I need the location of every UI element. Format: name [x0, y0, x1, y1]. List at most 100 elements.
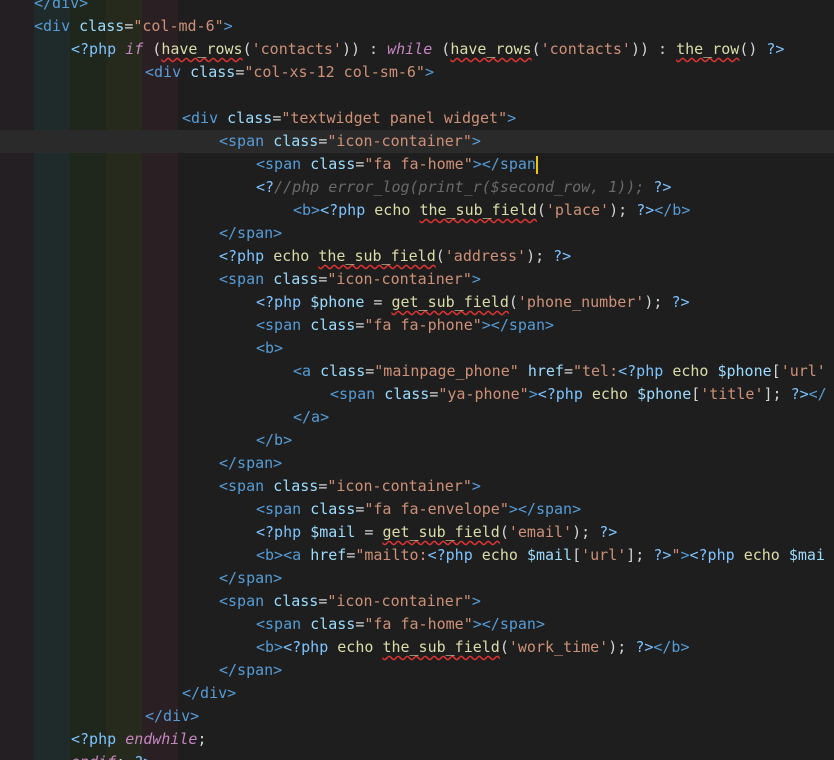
- code-token: class: [310, 155, 356, 173]
- code-line[interactable]: endif; ?>: [71, 751, 152, 760]
- code-line[interactable]: <span class="fa fa-phone"></span>: [256, 314, 554, 337]
- code-token: "mainpage_phone": [374, 362, 528, 380]
- code-token: [: [771, 362, 781, 380]
- code-token: </div>: [182, 684, 237, 702]
- code-token: echo: [273, 247, 319, 265]
- code-token: $phone: [310, 293, 365, 311]
- code-token: ?>: [636, 201, 655, 219]
- code-token: have_rows: [450, 40, 532, 58]
- code-line[interactable]: <span class="icon-container">: [219, 130, 481, 153]
- code-token: </: [808, 385, 827, 403]
- code-token: =: [272, 109, 282, 127]
- code-token: class: [273, 132, 319, 150]
- code-line[interactable]: <b><?php echo the_sub_field('place'); ?>…: [293, 199, 690, 222]
- code-token: echo: [591, 385, 638, 403]
- indent-guide-1: [34, 0, 70, 760]
- code-token: </span>: [219, 454, 283, 472]
- code-token: =: [355, 523, 383, 541]
- code-line[interactable]: <div class="col-md-6">: [34, 15, 233, 38]
- code-token: if: [125, 40, 153, 58]
- code-line[interactable]: <?//php error_log(print_r($second_row, 1…: [256, 176, 671, 199]
- code-token: (: [508, 293, 518, 311]
- code-token: </div>: [145, 707, 200, 725]
- code-line[interactable]: <b>: [256, 337, 283, 360]
- code-line[interactable]: </span>: [219, 452, 282, 475]
- code-line[interactable]: </span>: [219, 659, 282, 682]
- code-token: =: [365, 362, 375, 380]
- code-token: <span: [219, 132, 274, 150]
- code-token: ?>: [635, 638, 654, 656]
- code-token: echo: [374, 201, 420, 219]
- code-token: <?php: [219, 247, 274, 265]
- code-token: class: [384, 385, 430, 403]
- code-token: $mail: [526, 546, 573, 564]
- code-token: 'work_time': [508, 638, 609, 656]
- code-token: <?php: [71, 40, 126, 58]
- code-token: class: [273, 477, 319, 495]
- code-token: </b>: [654, 201, 691, 219]
- code-line[interactable]: <span class="icon-container">: [219, 475, 481, 498]
- code-line[interactable]: </div>: [34, 0, 88, 15]
- code-token: ;: [116, 753, 134, 760]
- code-token: </a>: [293, 408, 330, 426]
- code-line[interactable]: <div class="col-xs-12 col-sm-6">: [145, 61, 434, 84]
- code-line[interactable]: <?php $phone = get_sub_field('phone_numb…: [256, 291, 690, 314]
- code-token: ?>: [766, 40, 785, 58]
- indent-guide-3: [106, 0, 142, 760]
- code-token: </span>: [219, 661, 283, 679]
- code-line[interactable]: <div class="textwidget panel widget">: [182, 107, 516, 130]
- code-token: "fa fa-home": [364, 155, 473, 173]
- code-line[interactable]: <span class="fa fa-home"></span: [256, 153, 538, 176]
- code-line[interactable]: <span class="ya-phone"><?php echo $phone…: [330, 383, 827, 406]
- code-line[interactable]: </a>: [293, 406, 329, 429]
- code-token: <b>: [256, 638, 284, 656]
- code-token: <?php: [618, 362, 673, 380]
- code-line[interactable]: <b><?php echo the_sub_field('work_time')…: [256, 636, 690, 659]
- code-token: ?>: [790, 385, 809, 403]
- code-line[interactable]: </div>: [182, 682, 236, 705]
- code-line[interactable]: <b><a href="mailto:<?php echo $mail['url…: [256, 544, 825, 567]
- code-token: <div: [34, 17, 80, 35]
- code-line[interactable]: <?php echo the_sub_field('address'); ?>: [219, 245, 571, 268]
- code-token: <?php: [427, 546, 482, 564]
- code-editor[interactable]: </div> <div class="col-md-6"> <?php if (ha…: [0, 0, 834, 760]
- code-token: "fa fa-home": [364, 615, 473, 633]
- code-token: <b>: [293, 201, 321, 219]
- code-token: <?php: [283, 638, 338, 656]
- code-line[interactable]: <span class="fa fa-home"></span>: [256, 613, 545, 636]
- code-token: while: [387, 40, 442, 58]
- code-line[interactable]: <?php if (have_rows('contacts')) : while…: [71, 38, 784, 61]
- code-line[interactable]: <span class="icon-container">: [219, 268, 481, 291]
- code-token: )) :: [341, 40, 388, 58]
- code-token: <?php: [71, 730, 126, 748]
- code-token: </b>: [256, 431, 293, 449]
- code-line[interactable]: <span class="icon-container">: [219, 590, 481, 613]
- code-token: <?php: [320, 201, 375, 219]
- code-line[interactable]: </div>: [145, 705, 199, 728]
- code-token: (: [435, 247, 445, 265]
- code-line[interactable]: <?php endwhile;: [71, 728, 206, 751]
- code-token: echo: [337, 638, 383, 656]
- code-line[interactable]: <?php $mail = get_sub_field('email'); ?>: [256, 521, 617, 544]
- code-line[interactable]: </span>: [219, 222, 282, 245]
- code-line[interactable]: </span>: [219, 567, 282, 590]
- code-token: "icon-container": [327, 592, 472, 610]
- code-token: <b>: [256, 339, 284, 357]
- code-token: ];: [763, 385, 791, 403]
- code-token: <?php: [256, 293, 311, 311]
- code-token: have_rows: [161, 40, 243, 58]
- code-token: get_sub_field: [391, 293, 509, 311]
- code-token: );: [609, 201, 637, 219]
- code-token: ?>: [671, 293, 690, 311]
- code-token: ></span>: [472, 615, 545, 633]
- code-token: ></span: [472, 155, 536, 173]
- code-token: class: [79, 17, 125, 35]
- code-line[interactable]: <a class="mainpage_phone" href="tel:<?ph…: [293, 360, 826, 383]
- code-line[interactable]: <span class="fa fa-envelope"></span>: [256, 498, 581, 521]
- code-token: =: [235, 63, 245, 81]
- code-token: <a: [293, 362, 321, 380]
- indent-guide-4: [142, 0, 178, 760]
- code-line[interactable]: </b>: [256, 429, 292, 452]
- code-token: >: [223, 17, 233, 35]
- code-token: echo: [672, 362, 718, 380]
